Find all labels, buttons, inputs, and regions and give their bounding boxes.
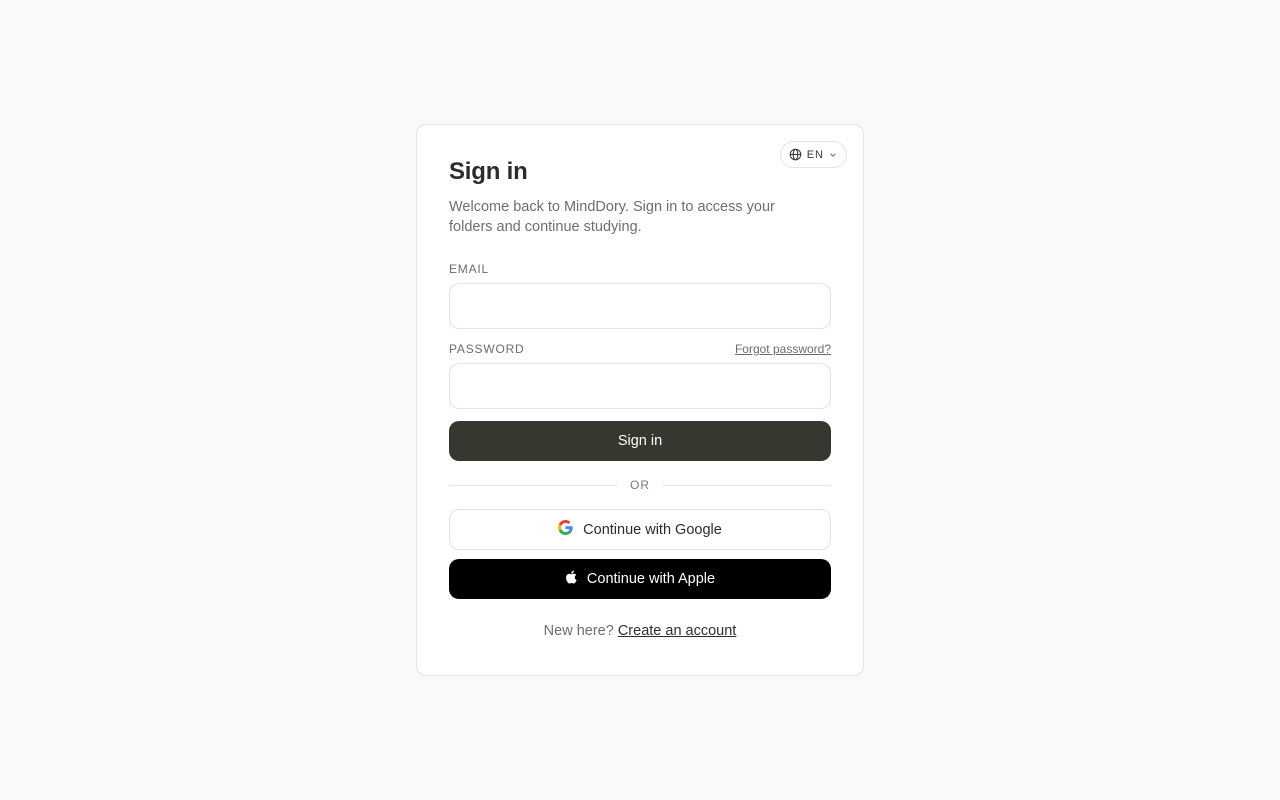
sign-in-button[interactable]: Sign in	[449, 421, 831, 461]
page-subtitle: Welcome back to MindDory. Sign in to acc…	[449, 199, 775, 235]
signup-prompt: New here? Create an account	[449, 623, 831, 639]
chevron-down-icon	[829, 151, 837, 159]
email-label: EMAIL	[449, 262, 490, 276]
divider-label: OR	[630, 478, 650, 492]
language-code: EN	[806, 148, 824, 161]
create-account-link[interactable]: Create an account	[618, 623, 737, 639]
language-selector[interactable]: EN	[779, 141, 847, 168]
continue-with-apple-button[interactable]: Continue with Apple	[449, 559, 831, 599]
divider-line-right	[662, 484, 831, 486]
signup-prompt-text: New here?	[543, 623, 614, 639]
sign-in-card: EN Sign in Welcome back to MindDory. Sig…	[416, 124, 864, 676]
page-title: Sign in	[449, 158, 528, 185]
continue-with-google-button[interactable]: Continue with Google	[449, 509, 831, 550]
google-icon	[558, 520, 573, 539]
globe-icon	[789, 148, 802, 161]
password-field[interactable]	[449, 363, 831, 409]
google-button-label: Continue with Google	[583, 521, 722, 538]
apple-button-label: Continue with Apple	[586, 571, 716, 587]
or-divider: OR	[449, 477, 831, 493]
apple-icon	[565, 570, 577, 588]
forgot-password-link[interactable]: Forgot password?	[735, 342, 831, 356]
password-label: PASSWORD	[449, 342, 525, 356]
divider-line-left	[449, 484, 618, 486]
email-field[interactable]	[449, 283, 831, 329]
